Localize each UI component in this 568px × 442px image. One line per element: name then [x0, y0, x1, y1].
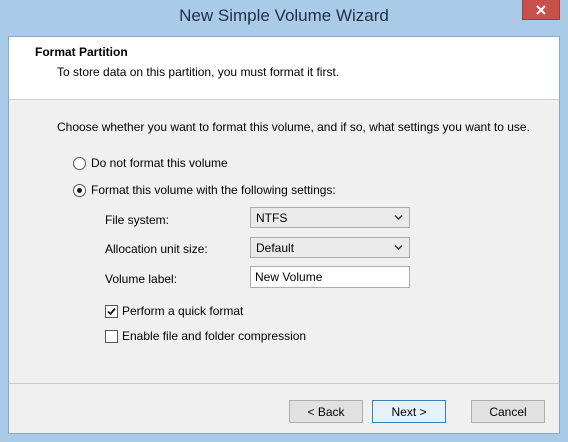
close-button[interactable] — [522, 0, 560, 20]
radio-label-format-volume: Format this volume with the following se… — [91, 183, 336, 197]
checkbox-checked[interactable] — [105, 304, 118, 318]
close-icon — [536, 4, 546, 15]
title-bar[interactable]: New Simple Volume Wizard — [0, 0, 568, 36]
next-button[interactable]: Next > — [372, 400, 446, 423]
radio-button-checked[interactable] — [73, 183, 86, 197]
checkmark-icon — [107, 307, 116, 315]
file-system-dropdown[interactable]: NTFS — [250, 207, 410, 228]
allocation-unit-size-label: Allocation unit size: — [105, 242, 208, 256]
radio-label-do-not-format: Do not format this volume — [91, 156, 228, 170]
quick-format-label: Perform a quick format — [122, 304, 244, 318]
file-system-value: NTFS — [256, 211, 288, 225]
page-subtitle: To store data on this partition, you mus… — [57, 65, 340, 79]
allocation-unit-size-dropdown[interactable]: Default — [250, 237, 410, 258]
radio-format-volume[interactable]: Format this volume with the following se… — [73, 183, 336, 197]
chevron-down-icon — [394, 245, 403, 250]
allocation-unit-size-value: Default — [256, 241, 295, 255]
cancel-button[interactable]: Cancel — [471, 400, 545, 423]
radio-do-not-format[interactable]: Do not format this volume — [73, 156, 228, 170]
compression-label: Enable file and folder compression — [122, 329, 307, 343]
radio-button-unchecked[interactable] — [73, 156, 86, 170]
wizard-window: New Simple Volume Wizard Format Partitio… — [0, 0, 568, 442]
dialog-client-area: Format Partition To store data on this p… — [8, 36, 560, 434]
chevron-down-icon — [394, 215, 403, 220]
intro-text: Choose whether you want to format this v… — [57, 120, 530, 134]
volume-label-label: Volume label: — [105, 272, 178, 286]
window-title: New Simple Volume Wizard — [179, 6, 389, 25]
page-title: Format Partition — [35, 45, 128, 59]
volume-label-field[interactable] — [250, 266, 410, 288]
quick-format-checkbox[interactable]: Perform a quick format — [105, 304, 243, 318]
volume-label-input[interactable] — [255, 268, 405, 286]
wizard-header: Format Partition To store data on this p… — [9, 37, 559, 100]
wizard-content: Choose whether you want to format this v… — [9, 100, 559, 383]
file-system-label: File system: — [105, 213, 170, 227]
wizard-footer: < Back Next > Cancel — [9, 384, 559, 433]
back-button[interactable]: < Back — [289, 400, 363, 423]
checkbox-unchecked[interactable] — [105, 329, 118, 343]
compression-checkbox[interactable]: Enable file and folder compression — [105, 329, 306, 343]
